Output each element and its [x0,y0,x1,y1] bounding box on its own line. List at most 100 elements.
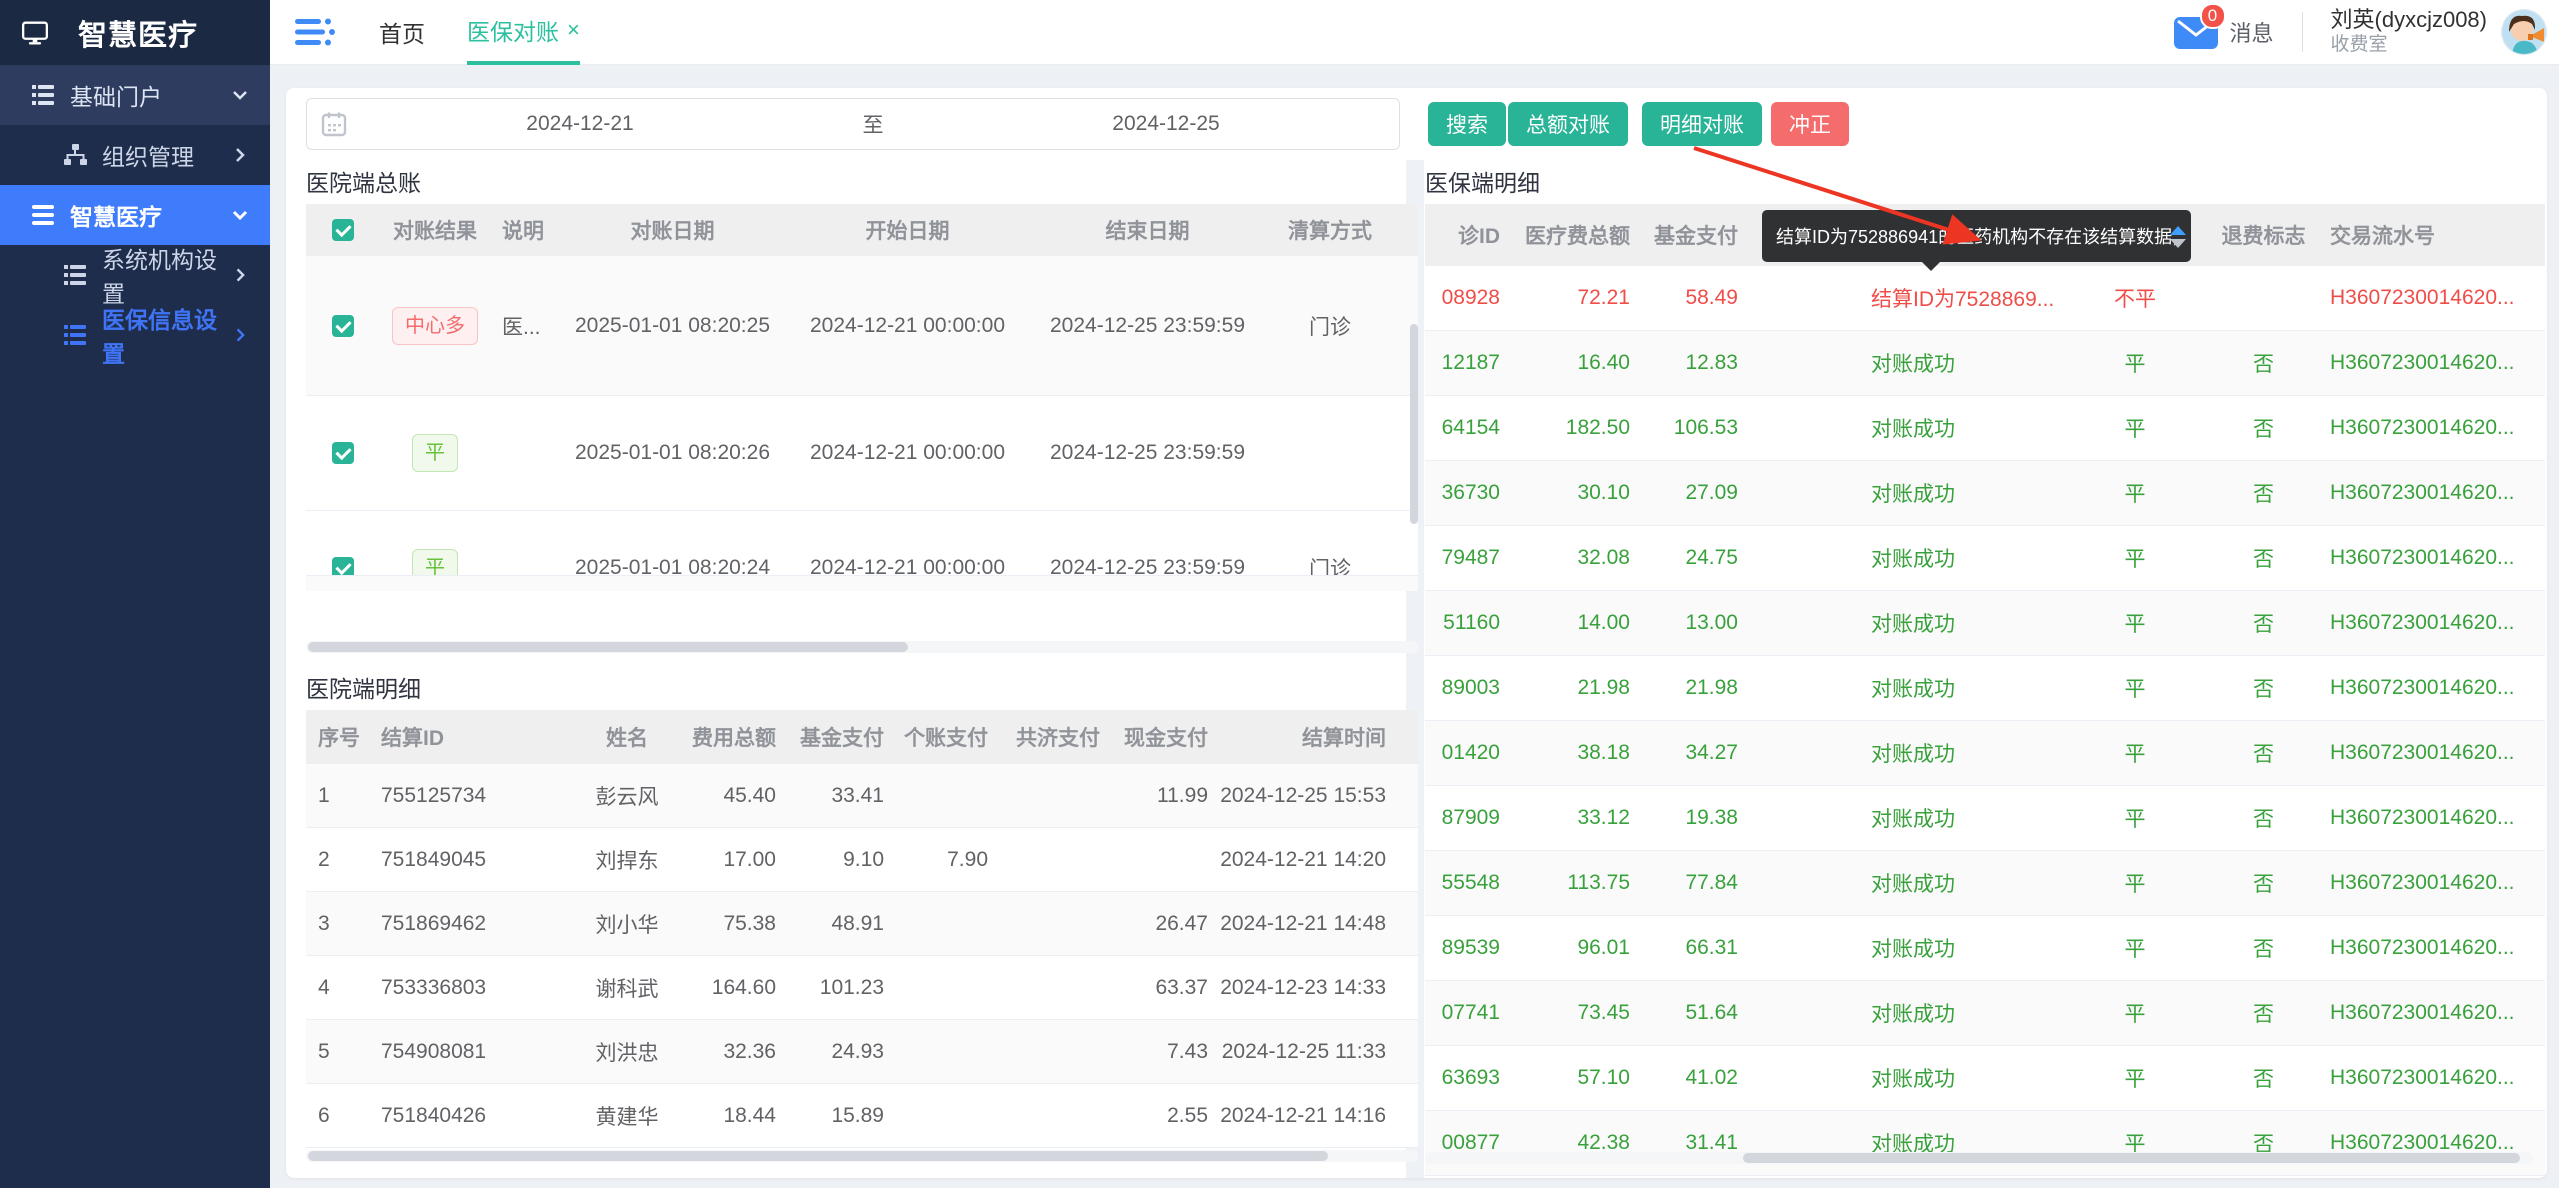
table-row[interactable]: 1218716.4012.83对账成功平否H3607230014620... [1425,331,2545,396]
table-row[interactable]: 6369357.1041.02对账成功平否H3607230014620... [1425,1046,2545,1111]
table-row[interactable]: 0087742.3831.41对账成功平否H3607230014620... [1425,1111,2545,1176]
sidebar-item-basic-portal[interactable]: 基础门户 [0,65,270,125]
avatar[interactable] [2501,9,2547,55]
scrollbar-thumb[interactable] [1743,1153,2520,1163]
sort-carets[interactable] [2170,218,2186,256]
table-cell: 33.41 [788,764,896,827]
table-cell [1750,591,1859,655]
table-cell: 门诊 [1270,511,1390,575]
table-cell: 51.64 [1642,981,1750,1045]
table-cell: 08928 [1425,266,1512,330]
table-row[interactable]: 6751840426黄建华18.4415.892.552024-12-21 14… [306,1084,1418,1148]
reverse-button[interactable]: 冲正 [1771,102,1849,146]
messages-button[interactable]: 0 消息 [2174,15,2274,49]
table-row[interactable]: 5754908081刘洪忠32.3624.937.432024-12-25 11… [306,1020,1418,1084]
table-cell: 113.75 [1512,851,1642,915]
list-icon [30,82,56,108]
table-cell: 27.09 [1642,461,1750,525]
table-row[interactable]: 3673030.1027.09对账成功平否H3607230014620... [1425,461,2545,526]
scrollbar-thumb[interactable] [1410,324,1418,524]
column-header: 结算ID [369,710,571,764]
table-cell: 3 [306,892,369,955]
table-row[interactable]: 8900321.9821.98对账成功平否H3607230014620... [1425,656,2545,721]
table-row[interactable]: 0142038.1834.27对账成功平否H3607230014620... [1425,721,2545,786]
column-header: 结算时间 [1220,710,1398,764]
table-row[interactable]: 1755125734彭云风45.4033.4111.992024-12-25 1… [306,764,1418,828]
table-cell: 7.90 [896,828,1000,891]
total-reconcile-button[interactable]: 总额对账 [1508,102,1628,146]
table-cell: 2025-01-01 08:20:24 [555,511,790,575]
column-header: 开始日期 [790,204,1025,256]
start-date-value[interactable]: 2024-12-21 [347,112,813,136]
horizontal-scrollbar[interactable] [306,641,1418,653]
table-cell: 14.00 [1512,591,1642,655]
table-cell: 72.21 [1512,266,1642,330]
column-header: 对账日期 [555,204,790,256]
menu-toggle-icon[interactable] [295,18,337,46]
sidebar-item-system-org-settings[interactable]: 系统机构设置 [0,245,270,305]
vertical-scrollbar[interactable] [1410,264,1418,594]
table-cell: 否 [2209,916,2318,980]
table-cell: 21.98 [1642,656,1750,720]
table-row[interactable]: 2751849045刘捍东17.009.107.902024-12-21 14:… [306,828,1418,892]
row-checkbox[interactable] [332,442,354,464]
select-all-checkbox[interactable] [332,219,354,241]
table-cell: 2024-12-25 23:59:59 [1025,256,1270,395]
search-button[interactable]: 搜索 [1428,102,1506,146]
table-cell: H3607230014620... [2318,656,2545,720]
table-cell: 96.01 [1512,916,1642,980]
table-cell: 对账成功 [1859,331,2061,395]
sidebar-item-org-management[interactable]: 组织管理 [0,125,270,185]
horizontal-scrollbar[interactable] [306,1150,1418,1162]
table-row[interactable]: 5116014.0013.00对账成功平否H3607230014620... [1425,591,2545,656]
table-cell: 57.10 [1512,1046,1642,1110]
sort-ascending-icon[interactable] [2170,218,2186,235]
table-row[interactable]: 7948732.0824.75对账成功平否H3607230014620... [1425,526,2545,591]
end-date-value[interactable]: 2024-12-25 [933,112,1399,136]
table-row[interactable]: 55548113.7577.84对账成功平否H3607230014620... [1425,851,2545,916]
table-row[interactable]: 4753336803谢科武164.60101.2363.372024-12-23… [306,956,1418,1020]
table-cell: 平 [2061,1111,2209,1175]
table-cell: 101.23 [788,956,896,1019]
table-cell: 87909 [1425,786,1512,850]
tab-close-icon[interactable]: × [567,17,580,43]
sidebar-item-smart-medical[interactable]: 智慧医疗 [0,185,270,245]
table-row[interactable]: 3751869462刘小华75.3848.9126.472024-12-21 1… [306,892,1418,956]
table-row[interactable]: 0892872.2158.49结算ID为7528869...不平H3607230… [1425,266,2545,331]
sidebar-item-insurance-info-settings[interactable]: 医保信息设置 [0,305,270,365]
table-row[interactable]: 中心多医...2025-01-01 08:20:252024-12-21 00:… [306,256,1418,396]
table-row[interactable]: 8790933.1219.38对账成功平否H3607230014620... [1425,786,2545,851]
table-row[interactable]: 0774173.4551.64对账成功平否H3607230014620... [1425,981,2545,1046]
table-cell: 否 [2209,851,2318,915]
date-range-input[interactable]: 2024-12-21 至 2024-12-25 [306,98,1400,150]
table-cell: 2024-12-25 23:59:59 [1025,511,1270,575]
table-row[interactable]: 平2025-01-01 08:20:262024-12-21 00:00:002… [306,396,1418,511]
table-row[interactable]: 平2025-01-01 08:20:242024-12-21 00:00:002… [306,511,1418,575]
table-cell: 32.08 [1512,526,1642,590]
table-cell: 58.49 [1642,266,1750,330]
column-header: 个账支付 [896,710,1000,764]
table-cell: 79487 [1425,526,1512,590]
row-checkbox[interactable] [332,557,354,575]
scrollbar-thumb[interactable] [308,1151,1328,1161]
messages-label: 消息 [2230,16,2274,48]
table-cell: 182.50 [1512,396,1642,460]
table-row[interactable]: 64154182.50106.53对账成功平否H3607230014620... [1425,396,2545,461]
tab-insurance-reconciliation[interactable]: 医保对账 × [467,0,580,65]
sort-descending-icon[interactable] [2170,239,2186,256]
table-cell: 平 [2061,851,2209,915]
table-cell: 15.89 [788,1084,896,1147]
table-row[interactable]: 8953996.0166.31对账成功平否H3607230014620... [1425,916,2545,981]
row-checkbox[interactable] [332,315,354,337]
user-info[interactable]: 刘英(dyxcjz008) 收费室 [2331,7,2487,57]
table-cell: 164.60 [683,956,788,1019]
detail-reconcile-button[interactable]: 明细对账 [1642,102,1762,146]
horizontal-scrollbar[interactable] [1425,1152,2533,1164]
tab-label: 首页 [379,15,425,49]
scrollbar-thumb[interactable] [308,642,908,652]
table-cell: H3607230014620... [2318,721,2545,785]
table-cell [2209,266,2318,330]
table-cell: H3607230014620... [2318,981,2545,1045]
table-cell [1750,396,1859,460]
tab-home[interactable]: 首页 [379,0,425,65]
